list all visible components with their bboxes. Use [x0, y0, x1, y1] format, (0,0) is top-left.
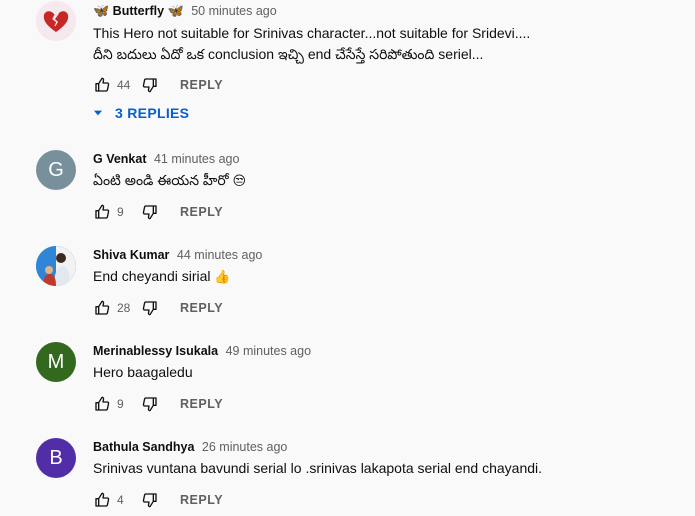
photo-avatar-icon: [36, 246, 76, 286]
butterfly-emoji: 🦋: [93, 4, 110, 19]
comment-timestamp[interactable]: 26 minutes ago: [202, 440, 287, 454]
comment-text-content: ఏంటి అండి ఈయన హీరో: [93, 172, 229, 188]
comment-actions: 4 REPLY: [93, 488, 223, 512]
comment-text-content: Srinivas vuntana bavundi serial lo .srin…: [93, 460, 543, 476]
comment-header: Shiva Kumar 44 minutes ago: [93, 247, 262, 263]
view-replies-button[interactable]: 3 REPLIES: [91, 104, 189, 122]
broken-heart-icon: [36, 1, 76, 41]
dislike-icon[interactable]: [141, 203, 159, 221]
like-icon[interactable]: [93, 299, 111, 317]
avatar[interactable]: G: [36, 150, 76, 190]
comment-author[interactable]: Bathula Sandhya: [93, 440, 194, 454]
comment-header: G Venkat 41 minutes ago: [93, 151, 239, 167]
thumbs-up-emoji: 👍: [214, 270, 231, 285]
avatar[interactable]: M: [36, 342, 76, 382]
comment-header: Merinablessy Isukala 49 minutes ago: [93, 343, 311, 359]
comment-author[interactable]: Merinablessy Isukala: [93, 344, 218, 358]
like-icon[interactable]: [93, 491, 111, 509]
comment-text: Srinivas vuntana bavundi serial lo .srin…: [93, 458, 542, 479]
comment-actions: 28 REPLY: [93, 296, 223, 320]
comment-text-content: End cheyandi sirial: [93, 268, 211, 284]
comment-author[interactable]: G Venkat: [93, 152, 147, 166]
like-count: 9: [117, 205, 124, 219]
comment-header: Bathula Sandhya 26 minutes ago: [93, 439, 287, 455]
comment-text: End cheyandi sirial 👍: [93, 266, 231, 288]
comment-text-content: Hero baagaledu: [93, 364, 193, 380]
comment-text: This Hero not suitable for Srinivas char…: [93, 23, 530, 65]
butterfly-emoji: 🦋: [167, 4, 184, 19]
like-icon[interactable]: [93, 203, 111, 221]
comment-timestamp[interactable]: 50 minutes ago: [191, 4, 276, 18]
reply-button[interactable]: REPLY: [180, 301, 223, 315]
comment-text: Hero baagaledu: [93, 362, 193, 383]
like-icon[interactable]: [93, 395, 111, 413]
avatar[interactable]: B: [36, 438, 76, 478]
comment-text: ఏంటి అండి ఈయన హీరో 😒: [93, 170, 246, 192]
reply-button[interactable]: REPLY: [180, 78, 223, 92]
reply-button[interactable]: REPLY: [180, 397, 223, 411]
reply-button[interactable]: REPLY: [180, 205, 223, 219]
avatar-letter: M: [47, 350, 65, 373]
dislike-icon[interactable]: [141, 299, 159, 317]
comment-timestamp[interactable]: 49 minutes ago: [226, 344, 311, 358]
comment-text-line: This Hero not suitable for Srinivas char…: [93, 25, 531, 41]
comment-header: 🦋 Butterfly 🦋 50 minutes ago: [93, 3, 277, 20]
chevron-down-icon: [93, 110, 103, 116]
avatar-letter: G: [48, 158, 64, 181]
dislike-icon[interactable]: [141, 395, 159, 413]
like-count: 44: [117, 78, 131, 92]
comment-timestamp[interactable]: 44 minutes ago: [177, 248, 262, 262]
comment-author[interactable]: Butterfly: [113, 4, 164, 18]
avatar[interactable]: [36, 1, 76, 41]
comment-author[interactable]: Shiva Kumar: [93, 248, 169, 262]
reply-button[interactable]: REPLY: [180, 493, 223, 507]
comment-actions: 44 REPLY: [93, 73, 223, 97]
avatar-letter: B: [49, 446, 63, 469]
like-count: 28: [117, 301, 131, 315]
comment-actions: 9 REPLY: [93, 392, 223, 416]
view-replies-label: 3 REPLIES: [115, 105, 190, 121]
dislike-icon[interactable]: [141, 491, 159, 509]
like-count: 9: [117, 397, 124, 411]
comment-actions: 9 REPLY: [93, 200, 223, 224]
like-count: 4: [117, 493, 124, 507]
dislike-icon[interactable]: [141, 76, 159, 94]
unamused-emoji: 😒: [232, 174, 247, 189]
like-icon[interactable]: [93, 76, 111, 94]
avatar[interactable]: [36, 246, 76, 286]
comment-timestamp[interactable]: 41 minutes ago: [154, 152, 239, 166]
comment-text-line: దీని బదులు ఏదో ఒక conclusion ఇచ్చి end చ…: [93, 46, 484, 62]
